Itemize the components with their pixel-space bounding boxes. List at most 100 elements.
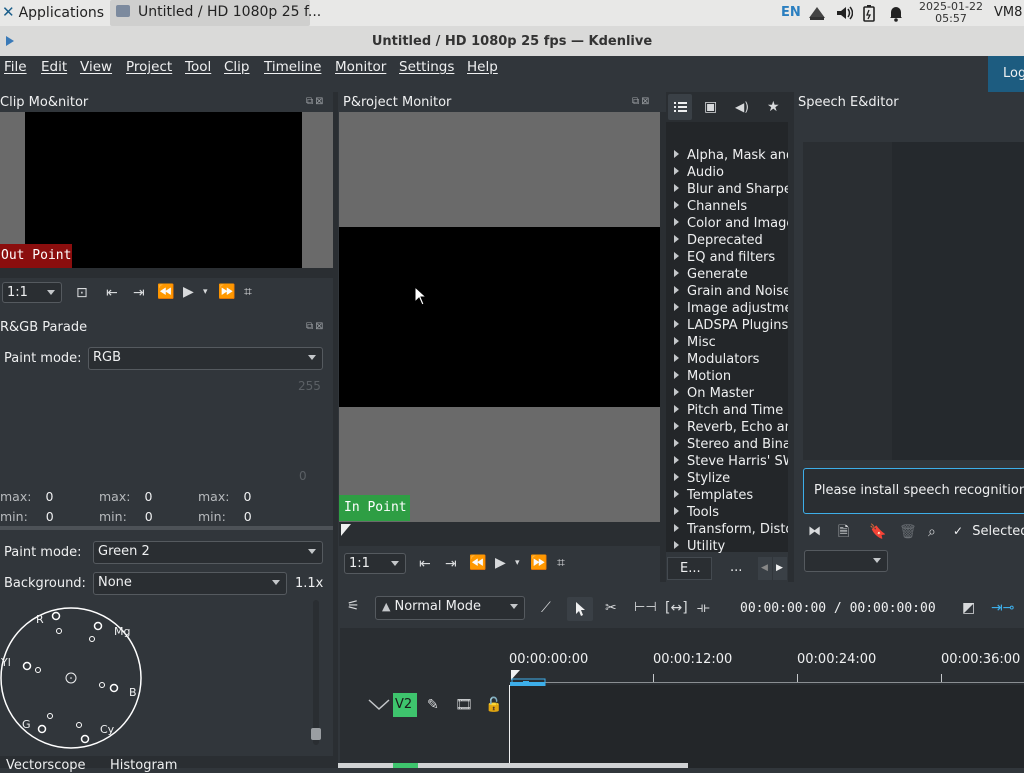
timeline-horizontal-scrollbar[interactable] bbox=[338, 763, 688, 768]
slip-tool-icon[interactable]: ⟛ bbox=[697, 600, 710, 616]
project-monitor-ruler[interactable] bbox=[339, 522, 660, 546]
favorites-star-icon[interactable]: ★ bbox=[767, 99, 780, 115]
effect-category[interactable]: EQ and filters bbox=[674, 250, 775, 267]
project-monitor-dock-buttons[interactable]: ⧉⊠ bbox=[632, 96, 652, 107]
track-name-badge[interactable]: V2 bbox=[393, 693, 417, 717]
effect-category[interactable]: Reverb, Echo and Delay bbox=[674, 420, 788, 437]
tab-scroll-left-icon[interactable]: ◀ bbox=[758, 557, 772, 580]
vectorscope-zoom-slider[interactable] bbox=[311, 600, 321, 745]
effect-category[interactable]: LADSPA Plugins bbox=[674, 318, 788, 335]
save-to-bin-icon[interactable]: 🗎 bbox=[838, 524, 849, 540]
effect-category[interactable]: Grain and Noise bbox=[674, 284, 788, 301]
play-icon[interactable]: ▶ bbox=[495, 555, 506, 571]
set-in-point-icon[interactable]: ⇤ bbox=[419, 556, 431, 572]
effect-category[interactable]: Channels bbox=[674, 199, 747, 216]
timeline-timecode[interactable]: 00:00:00:00 / 00:00:00:00 bbox=[740, 601, 936, 616]
speech-editor-list[interactable] bbox=[803, 142, 1024, 460]
delete-icon[interactable]: 🗑 bbox=[899, 524, 917, 540]
crop-icon[interactable]: ⌗ bbox=[557, 555, 565, 571]
project-monitor-zoom-select[interactable]: 1:1 bbox=[344, 553, 406, 574]
selection-tool-button[interactable] bbox=[567, 597, 593, 621]
forward-icon[interactable]: ⏩ bbox=[530, 555, 547, 571]
effect-category[interactable]: Pitch and Time bbox=[674, 403, 783, 420]
rewind-icon[interactable]: ⏪ bbox=[157, 284, 174, 300]
clip-monitor-dock-buttons[interactable]: ⧉⊠ bbox=[306, 96, 326, 107]
effect-category[interactable]: Stylize bbox=[674, 471, 730, 488]
effects-list-view-tab[interactable] bbox=[668, 94, 692, 120]
effect-category[interactable]: Modulators bbox=[674, 352, 759, 369]
audio-effects-icon[interactable]: ◀) bbox=[735, 99, 749, 115]
rewind-icon[interactable]: ⏪ bbox=[469, 555, 486, 571]
effect-category[interactable]: Tools bbox=[674, 505, 719, 522]
track-video-icon[interactable]: 🎞 bbox=[455, 697, 473, 713]
edit-mode-select[interactable]: ▲ Normal Mode bbox=[375, 596, 525, 620]
effects-speech-splitter[interactable] bbox=[788, 92, 794, 582]
effect-category[interactable]: Templates bbox=[674, 488, 753, 505]
speech-config-icon[interactable]: ⧓ bbox=[808, 524, 821, 540]
keyboard-layout-indicator[interactable]: EN bbox=[781, 0, 801, 26]
track-collapse-icon[interactable] bbox=[368, 697, 390, 711]
rgb-parade-dock-buttons[interactable]: ⧉⊠ bbox=[306, 321, 326, 332]
effect-category[interactable]: Blur and Sharpen bbox=[674, 182, 788, 199]
ripple-tool-icon[interactable]: [↔] bbox=[665, 600, 688, 616]
timeline-settings-icon[interactable]: ⚟ bbox=[347, 598, 360, 614]
forward-icon[interactable]: ⏩ bbox=[218, 284, 235, 300]
vectorscope-background-select[interactable]: None bbox=[93, 572, 287, 595]
clock[interactable]: 2025-01-22 05:57 bbox=[912, 1, 990, 25]
menu-file[interactable]: File bbox=[4, 59, 27, 75]
effect-category[interactable]: Transform, Distort and Perspective bbox=[674, 522, 788, 539]
window-titlebar[interactable]: Untitled / HD 1080p 25 fps — Kdenlive bbox=[0, 26, 1024, 56]
effects-tab[interactable]: E... bbox=[667, 557, 712, 580]
speech-language-select[interactable] bbox=[804, 550, 888, 572]
set-out-point-icon[interactable]: ⇥ bbox=[445, 556, 457, 572]
menu-project[interactable]: Project bbox=[126, 59, 172, 75]
effect-category[interactable]: Color and Image correction bbox=[674, 216, 788, 233]
taskbar-window-button[interactable]: Untitled / HD 1080p 25 f... bbox=[110, 0, 321, 26]
search-icon[interactable]: ⌕ bbox=[928, 524, 936, 540]
dock-splitter[interactable] bbox=[0, 526, 333, 530]
play-options-chevron-icon[interactable]: ▾ bbox=[515, 555, 520, 571]
tab-vectorscope[interactable]: Vectorscope bbox=[6, 758, 86, 773]
set-out-point-icon[interactable]: ⇥ bbox=[133, 285, 145, 301]
zoom-fit-icon[interactable]: ⇥⊸ bbox=[991, 600, 1014, 616]
razor-tool-icon[interactable]: ✂ bbox=[605, 600, 617, 616]
menu-monitor[interactable]: Monitor bbox=[335, 59, 386, 75]
menu-tool[interactable]: Tool bbox=[185, 59, 211, 75]
clip-monitor-ruler[interactable] bbox=[0, 268, 333, 278]
spacer-tool-icon[interactable]: ⊢⊣ bbox=[634, 600, 657, 616]
timeline-playhead-icon[interactable] bbox=[510, 668, 546, 686]
menu-help[interactable]: Help bbox=[467, 59, 498, 75]
menu-settings[interactable]: Settings bbox=[399, 59, 454, 75]
effect-category[interactable]: Steve Harris' SWH plugins bbox=[674, 454, 788, 471]
track-effects-icon[interactable]: ✎ bbox=[427, 697, 439, 713]
project-monitor-view[interactable] bbox=[339, 112, 660, 522]
selected-checkbox[interactable]: ✓ Selected bbox=[953, 524, 1024, 539]
menu-edit[interactable]: Edit bbox=[41, 59, 67, 75]
effect-category[interactable]: Generate bbox=[674, 267, 748, 284]
vectorscope-paint-mode-select[interactable]: Green 2 bbox=[93, 541, 323, 564]
set-in-point-icon[interactable]: ⇤ bbox=[106, 285, 118, 301]
play-options-chevron-icon[interactable]: ▾ bbox=[203, 284, 208, 300]
timeline-ruler[interactable]: 00:00:00:00 00:00:12:00 00:00:24:00 00:0… bbox=[509, 628, 1024, 686]
tab-scroll-right-icon[interactable]: ▶ bbox=[773, 557, 787, 580]
vertical-splitter[interactable] bbox=[333, 92, 338, 768]
play-icon[interactable]: ▶ bbox=[183, 284, 194, 300]
speech-editor-text-area[interactable] bbox=[892, 142, 1024, 460]
more-tabs-button[interactable]: ... bbox=[714, 557, 756, 580]
rgb-paint-mode-select[interactable]: RGB bbox=[88, 347, 323, 370]
effect-category[interactable]: Motion bbox=[674, 369, 731, 386]
bookmark-icon[interactable]: 🔖 bbox=[869, 524, 886, 540]
menu-view[interactable]: View bbox=[80, 59, 112, 75]
log-button[interactable]: Log bbox=[988, 56, 1024, 92]
effect-category[interactable]: On Master bbox=[674, 386, 754, 403]
effect-category[interactable]: Alpha, Mask and Keying bbox=[674, 148, 788, 165]
zoom-slider-handle[interactable] bbox=[311, 728, 321, 740]
playhead-marker-icon[interactable] bbox=[340, 523, 352, 537]
menu-timeline[interactable]: Timeline bbox=[264, 59, 321, 75]
set-zone-icon[interactable]: ⊡ bbox=[76, 285, 88, 301]
menu-clip[interactable]: Clip bbox=[224, 59, 250, 75]
effect-category[interactable]: Stereo and Binaural bbox=[674, 437, 788, 454]
crop-icon[interactable]: ⌗ bbox=[244, 284, 252, 300]
clip-monitor-zoom-select[interactable]: 1:1 bbox=[2, 282, 62, 303]
track-lock-icon[interactable]: 🔓 bbox=[485, 697, 502, 713]
